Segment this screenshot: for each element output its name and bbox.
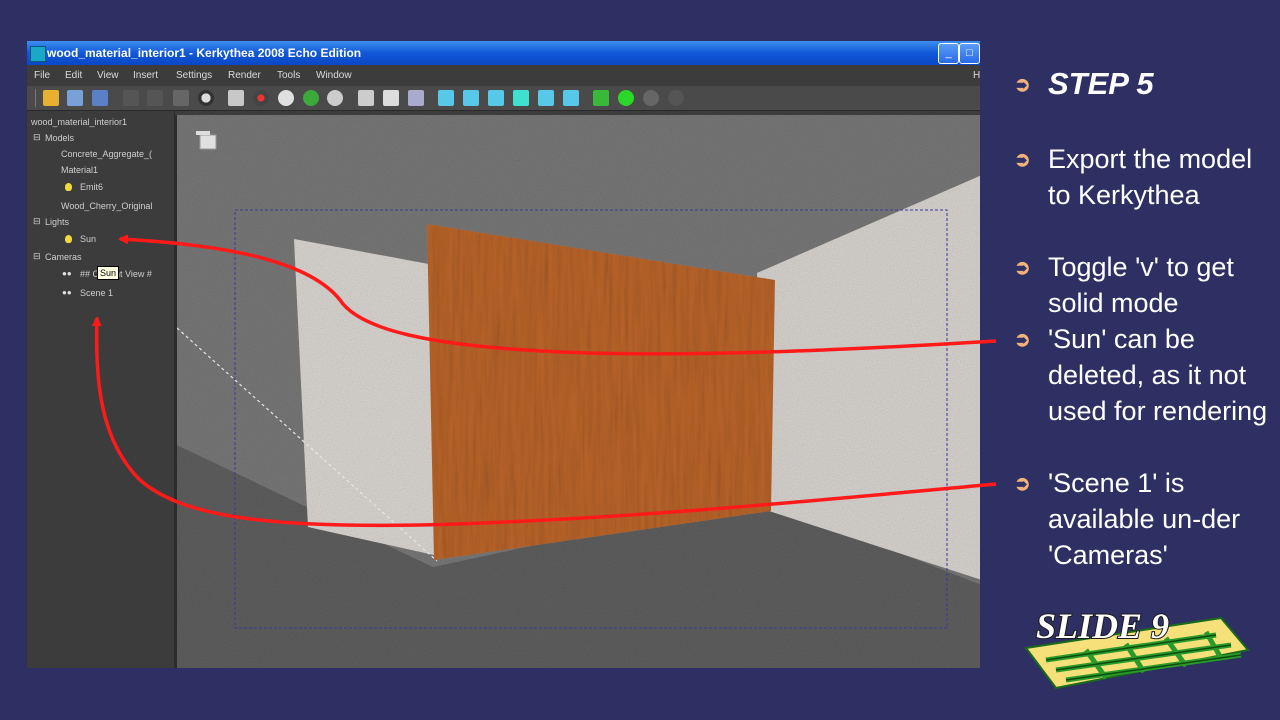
menu-insert[interactable]: Insert bbox=[133, 70, 158, 81]
logo-text: SLIDE 9 bbox=[1036, 606, 1169, 646]
menu-window[interactable]: Window bbox=[316, 70, 352, 81]
light-bulb-icon bbox=[65, 235, 72, 243]
target-icon[interactable] bbox=[253, 90, 269, 106]
bullet-scene: 'Scene 1' is available un-der 'Cameras' bbox=[1048, 468, 1241, 570]
kerkythea-app-icon bbox=[30, 46, 46, 62]
settings-icon[interactable] bbox=[643, 90, 659, 106]
view-bottom-icon[interactable] bbox=[563, 90, 579, 106]
models-expand-icon[interactable]: ⊟ bbox=[33, 132, 41, 143]
select-icon[interactable] bbox=[228, 90, 244, 106]
view-top-icon[interactable] bbox=[538, 90, 554, 106]
menu-tools[interactable]: Tools bbox=[277, 70, 300, 81]
title-bar[interactable]: wood_material_interior1 - Kerkythea 2008… bbox=[27, 41, 980, 65]
menu-file[interactable]: File bbox=[34, 70, 50, 81]
tree-camera-scene-1[interactable]: Scene 1 bbox=[80, 288, 113, 298]
contrast-icon[interactable] bbox=[198, 90, 214, 106]
undo-icon[interactable] bbox=[123, 90, 139, 106]
left-wall bbox=[294, 239, 434, 555]
camera-icon: ●● bbox=[62, 288, 72, 297]
open-icon[interactable] bbox=[43, 90, 59, 106]
tree-root[interactable]: wood_material_interior1 bbox=[31, 117, 127, 127]
bullet-arrow-icon: ➲ bbox=[1014, 74, 1031, 96]
tree-light-sun[interactable]: Sun bbox=[80, 234, 96, 244]
menu-render[interactable]: Render bbox=[228, 70, 261, 81]
scene-tree-panel: wood_material_interior1 ⊟ Models Concret… bbox=[27, 111, 175, 668]
light-bulb-icon bbox=[65, 183, 72, 191]
tree-models-label[interactable]: Models bbox=[45, 133, 74, 143]
tree-model-item[interactable]: Material1 bbox=[61, 165, 98, 175]
maximize-button[interactable]: □ bbox=[959, 43, 980, 64]
kerkythea-window: wood_material_interior1 - Kerkythea 2008… bbox=[27, 41, 980, 668]
wood-panel bbox=[427, 224, 775, 560]
zoom-icon[interactable] bbox=[327, 90, 343, 106]
minimize-button[interactable]: _ bbox=[938, 43, 959, 64]
start-render-icon[interactable] bbox=[618, 90, 634, 106]
3d-viewport[interactable] bbox=[175, 115, 980, 668]
save-icon[interactable] bbox=[67, 90, 83, 106]
menu-edit[interactable]: Edit bbox=[65, 70, 82, 81]
tree-model-item[interactable]: Wood_Cherry_Original bbox=[61, 201, 152, 211]
bullet-export: Export the model to Kerkythea bbox=[1048, 144, 1253, 210]
view-left-icon[interactable] bbox=[488, 90, 504, 106]
tree-model-item[interactable]: Concrete_Aggregate_( bbox=[61, 149, 152, 159]
toolbar bbox=[27, 86, 980, 111]
stop-icon[interactable] bbox=[668, 90, 684, 106]
redo-icon[interactable] bbox=[147, 90, 163, 106]
bullet-arrow-icon: ➲ bbox=[1014, 149, 1031, 171]
bullet-toggle: Toggle 'v' to get solid mode bbox=[1048, 252, 1234, 318]
pan-icon[interactable] bbox=[278, 90, 294, 106]
menu-view[interactable]: View bbox=[97, 70, 119, 81]
lights-expand-icon[interactable]: ⊟ bbox=[33, 216, 41, 227]
magic-wand-icon[interactable] bbox=[173, 90, 189, 106]
bullet-arrow-icon: ➲ bbox=[1014, 257, 1031, 279]
camera-icon: ●● bbox=[62, 269, 72, 278]
sun-tooltip: Sun bbox=[97, 266, 120, 280]
bullet-arrow-icon: ➲ bbox=[1014, 329, 1031, 351]
slide-9-logo: SLIDE 9 bbox=[1024, 605, 1250, 690]
menu-bar: File Edit View Insert Settings Render To… bbox=[27, 65, 980, 86]
viewport-scene[interactable] bbox=[177, 115, 980, 668]
camera-move-icon[interactable] bbox=[408, 90, 424, 106]
window-title: wood_material_interior1 - Kerkythea 2008… bbox=[47, 46, 362, 60]
toolbar-separator bbox=[35, 89, 36, 107]
view-front-icon[interactable] bbox=[438, 90, 454, 106]
rotate-icon[interactable] bbox=[303, 90, 319, 106]
tree-lights-label[interactable]: Lights bbox=[45, 217, 69, 227]
camera-icon[interactable] bbox=[383, 90, 399, 106]
menu-settings[interactable]: Settings bbox=[176, 70, 212, 81]
render-icon[interactable] bbox=[593, 90, 609, 106]
step-title: STEP 5 bbox=[1048, 66, 1154, 101]
view-right-icon[interactable] bbox=[513, 90, 529, 106]
bullet-sun: 'Sun' can be deleted, as it not used for… bbox=[1048, 324, 1268, 426]
view-back-icon[interactable] bbox=[463, 90, 479, 106]
tree-model-item[interactable]: Emit6 bbox=[80, 182, 103, 192]
cameras-expand-icon[interactable]: ⊟ bbox=[33, 251, 41, 262]
tree-cameras-label[interactable]: Cameras bbox=[45, 252, 82, 262]
menu-help[interactable]: H bbox=[973, 70, 980, 81]
home-icon[interactable] bbox=[358, 90, 374, 106]
save-as-icon[interactable] bbox=[92, 90, 108, 106]
bullet-arrow-icon: ➲ bbox=[1014, 473, 1031, 495]
